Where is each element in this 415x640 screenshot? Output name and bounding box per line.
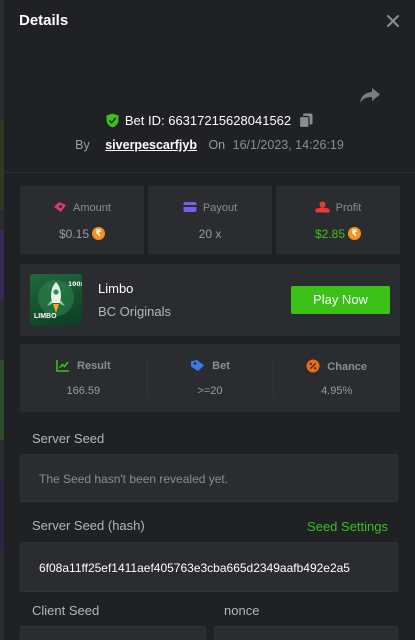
bet-column: Bet >=20 (146, 344, 274, 412)
game-name[interactable]: Limbo (98, 281, 133, 296)
rupee-coin-icon (92, 227, 106, 240)
server-seed-hash-field[interactable]: 6f08a11ff25ef1411aef405763e3cba665d2349a… (20, 542, 398, 592)
svg-text:100x: 100x (68, 281, 82, 288)
chance-label-row: Chance (273, 359, 400, 373)
bet-id-row: Bet ID: 66317215628041562 (4, 113, 415, 128)
profit-value-row: $2.85 (276, 227, 400, 241)
modal-header: Details (4, 0, 415, 42)
percent-icon (306, 359, 320, 373)
profit-value: $2.85 (314, 227, 346, 241)
bet-id-label: Bet ID: (124, 113, 165, 128)
wallet-icon (183, 202, 197, 212)
share-icon[interactable] (359, 86, 381, 104)
result-label-row: Result (20, 359, 147, 372)
bet-label: Bet (212, 360, 230, 372)
server-seed-hash-label: Server Seed (hash) (32, 518, 145, 533)
profit-icon (315, 201, 330, 213)
play-now-button[interactable]: Play Now (291, 286, 390, 314)
bet-stats: Amount $0.15 Payout 20 x Profit (20, 186, 400, 254)
amount-label-row: Amount (20, 201, 144, 214)
chance-value: 4.95% (321, 385, 353, 397)
amount-label: Amount (73, 202, 111, 214)
payout-label: Payout (202, 202, 238, 214)
bet-date: 16/1/2023, 14:26:19 (232, 138, 344, 152)
client-seed-field[interactable] (20, 626, 206, 640)
rupee-coin-icon (348, 227, 362, 240)
amount-stat: Amount $0.15 (20, 186, 144, 254)
result-panel: Result 166.59 Bet >=20 Chance 4.95% (20, 344, 400, 412)
profit-label-row: Profit (276, 201, 400, 214)
bet-label-row: Bet (147, 359, 274, 372)
chart-up-icon (56, 360, 70, 372)
bet-details-modal: Details Bet ID: 66317215628041562 By siv… (4, 0, 415, 640)
thumbnail-label: LIMBO (34, 313, 57, 320)
section-divider (4, 172, 415, 173)
game-card: 100x LIMBO Limbo BC Originals Play Now (20, 264, 400, 336)
on-label: On (208, 138, 226, 152)
payout-value: 20 x (198, 227, 222, 241)
server-seed-label: Server Seed (32, 431, 105, 446)
nonce-label: nonce (224, 603, 260, 618)
chance-label: Chance (327, 361, 368, 373)
by-label: By (75, 138, 90, 152)
profit-stat: Profit $2.85 (276, 186, 400, 254)
payout-label-row: Payout (148, 201, 272, 214)
close-icon[interactable] (385, 13, 401, 29)
client-seed-label: Client Seed (32, 603, 100, 618)
tag-icon (191, 360, 205, 371)
copy-icon[interactable] (299, 113, 313, 128)
chance-column: Chance 4.95% (273, 344, 400, 412)
game-provider: BC Originals (98, 304, 171, 319)
limbo-game-thumbnail[interactable]: 100x LIMBO (30, 274, 82, 326)
result-value: 166.59 (66, 385, 101, 397)
result-column: Result 166.59 (20, 344, 147, 412)
server-seed-field: The Seed hasn't been revealed yet. (20, 454, 398, 502)
bet-id-value: 66317215628041562 (168, 113, 292, 128)
server-seed-hash-value: 6f08a11ff25ef1411aef405763e3cba665d2349a… (39, 561, 350, 575)
user-link[interactable]: siverpescarfjyb (105, 138, 197, 152)
seed-settings-link[interactable]: Seed Settings (307, 519, 388, 534)
amount-icon (54, 202, 67, 212)
shield-check-icon (106, 113, 119, 128)
result-label: Result (77, 360, 111, 372)
amount-value-row: $0.15 (20, 227, 144, 241)
bet-value: >=20 (197, 385, 223, 397)
bet-meta-row: By siverpescarfjyb On 16/1/2023, 14:26:1… (4, 138, 415, 152)
server-seed-value: The Seed hasn't been revealed yet. (39, 472, 229, 486)
profit-label: Profit (335, 202, 362, 214)
nonce-field[interactable] (214, 626, 398, 640)
payout-stat: Payout 20 x (148, 186, 272, 254)
amount-value: $0.15 (58, 227, 90, 241)
modal-title: Details (19, 12, 69, 29)
